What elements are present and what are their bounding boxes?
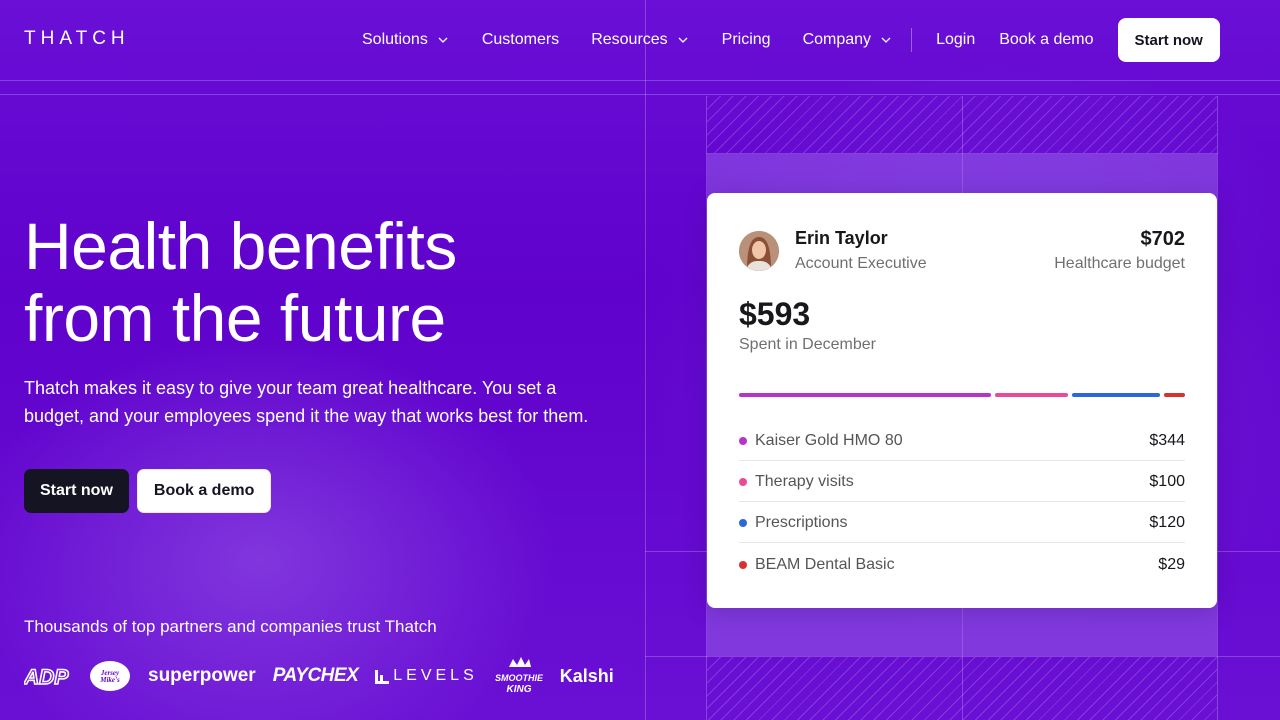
adp-logo: ADP	[24, 665, 70, 688]
trust-text: Thousands of top partners and companies …	[24, 617, 437, 636]
grid-line	[0, 94, 1280, 95]
svg-text:KING: KING	[506, 684, 531, 695]
list-item-left: Prescriptions	[739, 514, 847, 532]
chevron-down-icon	[881, 37, 891, 43]
site-header: THATCH Solutions Customers Resources Pri…	[0, 0, 1280, 80]
nav-label: Pricing	[721, 31, 771, 48]
nav-label: Solutions	[362, 31, 428, 48]
nav-divider	[911, 28, 913, 52]
category-dot-icon	[739, 478, 747, 486]
spend-bar-segment	[1163, 393, 1185, 397]
smoothie-king-logo: SMOOTHIE KING	[495, 657, 543, 695]
avatar	[739, 231, 779, 271]
budget-card: Erin Taylor Account Executive $702 Healt…	[707, 193, 1217, 608]
list-item-label: Therapy visits	[755, 473, 854, 490]
main-nav: Solutions Customers Resources Pricing Co…	[362, 0, 1220, 80]
spend-bar-segment	[1071, 393, 1160, 397]
list-item-label: Kaiser Gold HMO 80	[755, 432, 903, 449]
login-link[interactable]: Login	[936, 31, 975, 49]
chevron-down-icon	[678, 37, 688, 43]
nav-label: Customers	[481, 31, 560, 48]
paychex-logo: PAYCHEX	[272, 665, 359, 686]
spent-value: $593	[739, 296, 811, 332]
spent-label: Spent in December	[739, 336, 876, 353]
list-item-value: $100	[1149, 473, 1185, 490]
hero-title-line: Health benefits	[24, 209, 457, 283]
category-dot-icon	[739, 560, 747, 569]
employee-role: Account Executive	[795, 255, 927, 272]
start-now-button[interactable]: Start now	[1117, 18, 1220, 62]
category-dot-icon	[739, 437, 747, 445]
jersey-mikes-logo: Jersey Mike's	[90, 661, 130, 691]
list-item-left: Therapy visits	[739, 473, 854, 491]
grid-line	[1217, 96, 1218, 720]
employee-name: Erin Taylor	[795, 228, 888, 248]
list-item: BEAM Dental Basic $29	[739, 543, 1185, 584]
spend-bar-segment	[739, 393, 991, 397]
list-item-value: $344	[1149, 432, 1185, 449]
list-item-label: BEAM Dental Basic	[755, 555, 895, 573]
avatar-image	[739, 231, 779, 271]
hero-start-now-button[interactable]: Start now	[24, 469, 129, 513]
list-item-left: BEAM Dental Basic	[739, 556, 895, 574]
levels-logo: LEVELS	[375, 667, 477, 685]
spend-breakdown-bar	[739, 393, 1185, 397]
list-item: Kaiser Gold HMO 80 $344	[739, 420, 1185, 461]
spend-bar-segment	[994, 393, 1068, 397]
list-item-value: $29	[1158, 555, 1185, 573]
nav-label: Resources	[591, 31, 668, 48]
adp-logo-text: ADP	[24, 666, 69, 688]
budget-label: Healthcare budget	[1054, 255, 1185, 272]
hero-book-demo-button[interactable]: Book a demo	[136, 469, 272, 513]
partner-logos: ADP Jersey Mike's superpower PAYCHEX LEV…	[24, 656, 631, 696]
thatch-logo[interactable]: THATCH	[24, 28, 130, 50]
hatch-pattern	[707, 657, 1217, 720]
hatch-pattern	[707, 96, 1217, 153]
list-item: Therapy visits $100	[739, 461, 1185, 502]
svg-text:SMOOTHIE: SMOOTHIE	[495, 673, 543, 683]
hero-title: Health benefits from the future	[24, 210, 457, 354]
levels-mark-icon	[375, 670, 390, 684]
chevron-down-icon	[438, 37, 448, 43]
nav-customers[interactable]: Customers	[482, 31, 559, 49]
budget-value: $702	[1140, 228, 1186, 250]
list-item-left: Kaiser Gold HMO 80	[739, 432, 903, 450]
grid-line	[645, 0, 646, 720]
spend-items-list: Kaiser Gold HMO 80 $344 Therapy visits $100…	[739, 420, 1185, 584]
nav-label: Company	[802, 31, 872, 48]
nav-solutions[interactable]: Solutions	[362, 31, 450, 49]
hero-cta-row: Start now Book a demo	[24, 469, 272, 513]
hero-title-line: from the future	[24, 281, 446, 355]
list-item: Prescriptions $120	[739, 502, 1185, 543]
nav-pricing[interactable]: Pricing	[722, 31, 771, 49]
grid-line	[0, 80, 1280, 81]
kalshi-logo: Kalshi	[559, 665, 614, 686]
category-dot-icon	[739, 519, 747, 527]
list-item-value: $120	[1149, 514, 1185, 531]
hero-subtitle: Thatch makes it easy to give your team g…	[24, 378, 589, 426]
nav-company[interactable]: Company	[803, 31, 893, 49]
book-demo-link[interactable]: Book a demo	[999, 31, 1093, 49]
nav-resources[interactable]: Resources	[591, 31, 689, 49]
superpower-logo: superpower	[148, 665, 256, 686]
list-item-label: Prescriptions	[755, 514, 848, 531]
levels-logo-text: LEVELS	[393, 667, 478, 684]
svg-text:Mike's: Mike's	[99, 676, 120, 684]
